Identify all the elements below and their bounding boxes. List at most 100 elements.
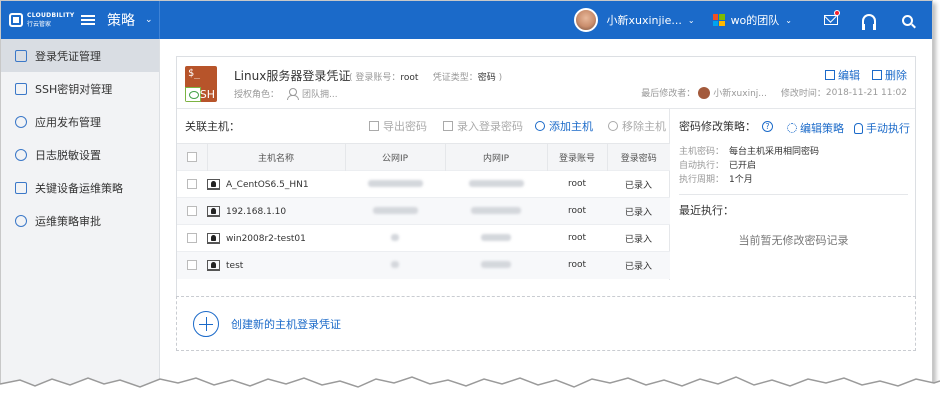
sidebar-item-credentials[interactable]: 登录凭证管理: [1, 39, 159, 72]
remove-circle-icon: [608, 121, 618, 131]
sidebar-item-policy-approval[interactable]: 运维策略审批: [1, 204, 159, 237]
linux-host-icon: [207, 178, 220, 190]
export-icon: [369, 121, 379, 131]
select-all-cell: [177, 143, 208, 171]
table-row[interactable]: test root 已录入: [177, 251, 670, 279]
chevron-down-icon: ⌄: [687, 15, 695, 25]
remove-label: 移除主机: [622, 120, 666, 133]
row-checkbox[interactable]: [187, 178, 197, 189]
sidebar-item-device-policy[interactable]: 关键设备运维策略: [1, 171, 159, 204]
policy-header: 密码修改策略： ? 编辑策略 手动执行: [671, 109, 916, 143]
hosts-toolbar: 关联主机： 导出密码 录入登录密码 添加主机 移除主机: [177, 109, 669, 143]
sidebar-item-log-masking[interactable]: 日志脱敏设置: [1, 138, 159, 171]
credential-card: $_ SH Linux服务器登录凭证 ( 登录账号：root 凭证类型：密码 )…: [176, 56, 916, 307]
table-row[interactable]: A_CentOS6.5_HN1 root 已录入: [177, 170, 670, 198]
mail-icon: [824, 15, 838, 25]
logo-text-en: CLOUDBILITY: [27, 12, 75, 19]
remove-host-button[interactable]: 移除主机: [608, 118, 666, 134]
table-row[interactable]: 192.168.1.10 root 已录入: [177, 197, 670, 225]
chevron-down-icon: ⌄: [145, 15, 153, 25]
login-account: root: [547, 170, 607, 198]
hamburger-menu-icon[interactable]: [81, 13, 95, 27]
lock-icon: [443, 121, 453, 131]
credential-icon: [15, 49, 27, 62]
add-circle-icon: [535, 121, 545, 131]
credential-header: $_ SH Linux服务器登录凭证 ( 登录账号：root 凭证类型：密码 )…: [177, 57, 915, 109]
logo-icon: [9, 13, 23, 27]
support-button[interactable]: [850, 1, 888, 39]
search-button[interactable]: [888, 1, 926, 39]
hosts-table: 主机名称 公网IP 内网IP 登录账号 登录密码 A_CentOS6.5_HN1…: [177, 143, 670, 279]
add-host-button[interactable]: 添加主机: [535, 118, 593, 134]
team-name: wo的团队: [730, 14, 780, 27]
row-checkbox[interactable]: [187, 232, 197, 243]
section-switcher[interactable]: 策略 ⌄: [107, 10, 153, 30]
private-ip-redacted: [481, 234, 511, 241]
edit-icon: [825, 70, 835, 80]
top-bar: CLOUDBILITY 行云管家 策略 ⌄ 小新xuxinjie... ⌄ wo…: [1, 1, 932, 39]
host-name: win2008r2-test01: [226, 233, 306, 244]
linux-host-icon: [207, 259, 220, 271]
logo[interactable]: CLOUDBILITY 行云管家: [9, 11, 79, 29]
edit-policy-button[interactable]: 编辑策略: [787, 120, 844, 136]
edit-button[interactable]: 编辑: [825, 67, 860, 83]
private-ip-redacted: [481, 261, 511, 269]
role-label: 授权角色：: [234, 90, 280, 100]
role-value: 团队拥...: [302, 90, 338, 100]
private-ip-redacted: [468, 180, 524, 187]
team-switcher[interactable]: wo的团队 ⌄: [712, 12, 792, 28]
login-password-status: 已录入: [607, 224, 670, 252]
edit-label: 编辑: [838, 69, 860, 82]
login-password-status: 已录入: [607, 197, 670, 225]
column-header[interactable]: 登录密码: [607, 143, 670, 171]
sidebar-item-label: 关键设备运维策略: [35, 181, 123, 195]
divider: [159, 1, 160, 39]
empty-state-text: 当前暂无修改密码记录: [738, 234, 849, 247]
gear-icon: [787, 123, 797, 133]
eye-icon: [15, 148, 27, 161]
delete-button[interactable]: 删除: [872, 67, 907, 83]
column-header[interactable]: 内网IP: [445, 143, 548, 171]
host-name: A_CentOS6.5_HN1: [226, 179, 309, 190]
delete-label: 删除: [885, 69, 907, 82]
public-ip-redacted: [391, 261, 399, 269]
sidebar-item-label: SSH密钥对管理: [35, 82, 113, 96]
row-checkbox[interactable]: [187, 260, 197, 270]
headset-icon: [862, 14, 876, 30]
torn-edge-decoration: [0, 376, 940, 417]
sidebar-item-app-publish[interactable]: 应用发布管理: [1, 105, 159, 138]
hand-icon: [854, 122, 863, 134]
policy-item: 自动执行： 已开启: [671, 157, 916, 171]
public-ip-redacted: [391, 234, 399, 241]
column-header[interactable]: 公网IP: [345, 143, 446, 171]
policy-key: 主机密码：: [679, 146, 725, 157]
chevron-down-icon: ⌄: [785, 15, 792, 25]
user-menu[interactable]: 小新xuxinjie... ⌄: [574, 8, 695, 32]
sidebar: 登录凭证管理 SSH密钥对管理 应用发布管理 日志脱敏设置 关键设备运维策略 运…: [1, 39, 160, 409]
help-icon[interactable]: ?: [762, 120, 773, 132]
column-header[interactable]: 登录账号: [547, 143, 608, 171]
team-logo-icon: [712, 14, 725, 26]
messages-button[interactable]: [812, 1, 850, 39]
credential-title: Linux服务器登录凭证: [234, 69, 351, 83]
modifier-name: 小新xuxinj...: [713, 89, 767, 99]
host-name: 192.168.1.10: [226, 206, 287, 217]
enter-label: 录入登录密码: [457, 120, 523, 133]
create-credential-label: 创建新的主机登录凭证: [231, 317, 341, 331]
table-row[interactable]: win2008r2-test01 root 已录入: [177, 224, 670, 252]
column-header[interactable]: 主机名称: [207, 143, 346, 171]
sidebar-item-label: 登录凭证管理: [35, 49, 101, 63]
export-label: 导出密码: [383, 120, 427, 133]
row-checkbox[interactable]: [187, 205, 197, 216]
account-value: root: [400, 73, 419, 83]
linux-credential-icon: $_ SH: [185, 66, 217, 102]
enter-password-button[interactable]: 录入登录密码: [443, 118, 523, 134]
manual-run-button[interactable]: 手动执行: [854, 120, 910, 136]
select-all-checkbox[interactable]: [186, 151, 197, 162]
policy-title: 密码修改策略：: [679, 120, 756, 133]
sidebar-item-ssh-keys[interactable]: SSH密钥对管理: [1, 72, 159, 105]
trash-icon: [872, 70, 882, 80]
create-credential-button[interactable]: 创建新的主机登录凭证: [176, 296, 916, 351]
key-badge-icon: [185, 87, 201, 102]
export-password-button[interactable]: 导出密码: [369, 118, 427, 134]
